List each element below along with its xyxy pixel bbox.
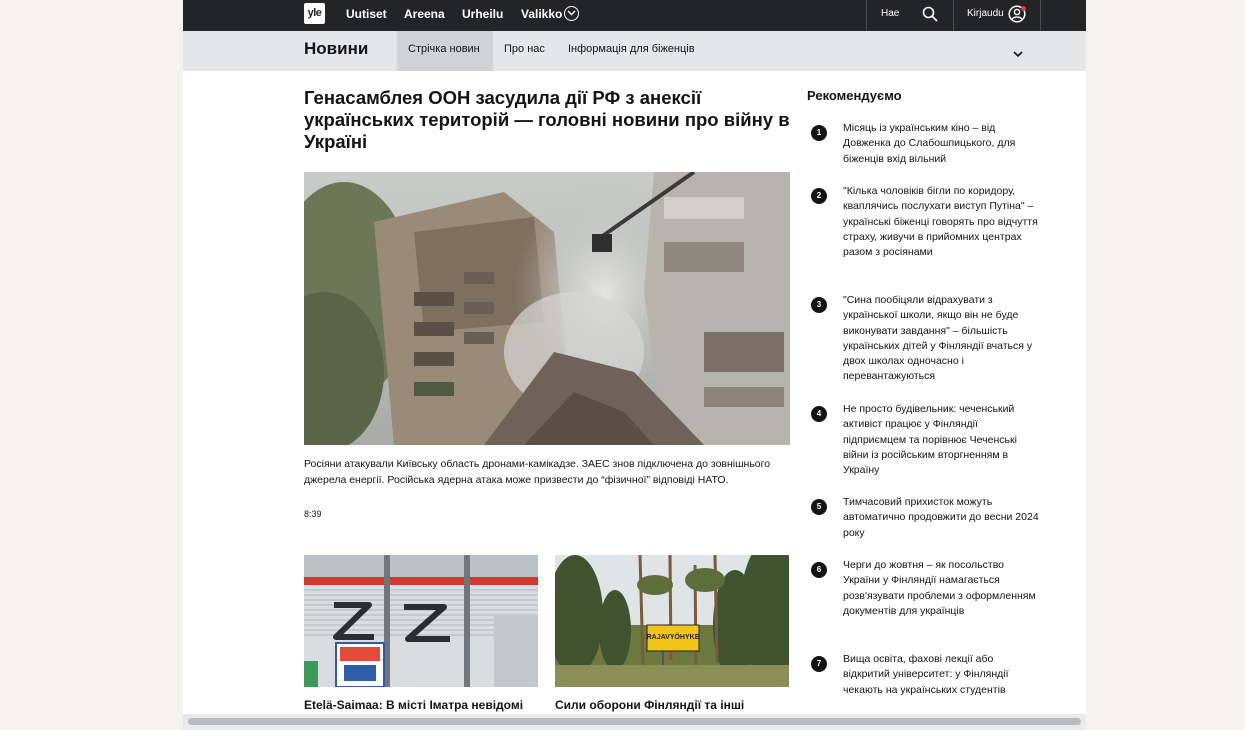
recommended-item-number: 1 <box>811 125 827 141</box>
card-image-defence-forces[interactable]: RAJAVYÖHYKE <box>555 555 789 687</box>
border-zone-sign-text: RAJAVYÖHYKE <box>647 632 700 641</box>
recommended-item-number: 7 <box>811 656 827 672</box>
nav-link-areena[interactable]: Areena <box>404 0 445 31</box>
section-navigation: Новини Стрічка новин Про нас Інформація … <box>183 31 1086 71</box>
section-title[interactable]: Новини <box>304 31 368 67</box>
nav-link-valikko[interactable]: Valikko <box>521 0 562 31</box>
page: yle Uutiset Areena Urheilu Valikko Hae K… <box>183 0 1086 730</box>
forest-border-sign-photo: RAJAVYÖHYKE <box>555 555 789 687</box>
chevron-down-icon[interactable] <box>1013 45 1023 63</box>
notification-dot <box>1021 6 1026 11</box>
recommended-item-link[interactable]: Вища освіта, фахові лекції або відкритий… <box>843 652 1039 698</box>
recommended-item-number: 3 <box>811 297 827 313</box>
topbar-divider <box>1040 0 1041 31</box>
article-lead: Росіяни атакували Київську область дрона… <box>304 458 771 486</box>
horizontal-scrollbar[interactable] <box>183 714 1086 730</box>
article-time: 8:39 <box>304 509 322 519</box>
recommended-item-link[interactable]: Не просто будівельник: чеченський активі… <box>843 402 1039 478</box>
card-title-defence-forces[interactable]: Сили оборони Фінляндії та інші <box>555 697 789 713</box>
recommended-item-number: 2 <box>811 188 827 204</box>
card-title-imatra[interactable]: Etelä-Saimaa: В місті Іматра невідомі <box>304 697 538 713</box>
search-icon[interactable] <box>922 6 938 27</box>
recommended-title: Рекомендуємо <box>807 88 902 103</box>
destroyed-building-photo <box>304 172 790 445</box>
recommended-item-number: 5 <box>811 499 827 515</box>
tab-about[interactable]: Про нас <box>493 31 556 71</box>
card-image-imatra[interactable] <box>304 555 538 687</box>
recommended-item-link[interactable]: Місяць із українським кіно – від Довженк… <box>843 121 1039 167</box>
chevron-down-icon[interactable] <box>564 6 579 21</box>
scrollbar-thumb[interactable] <box>188 718 1081 725</box>
topbar-divider <box>953 0 954 31</box>
nav-link-urheilu[interactable]: Urheilu <box>462 0 503 31</box>
nav-link-uutiset[interactable]: Uutiset <box>346 0 387 31</box>
recommended-item-link[interactable]: Черги до жовтня – як посольство України … <box>843 558 1039 619</box>
recommended-item-number: 4 <box>811 406 827 422</box>
search-label[interactable]: Hae <box>881 0 899 28</box>
shop-window-graffiti-photo <box>304 555 538 687</box>
recommended-item-link[interactable]: "Кілька чоловіків бігли по коридору, ква… <box>843 184 1039 260</box>
recommended-item-number: 6 <box>811 562 827 578</box>
main-headline[interactable]: Генасамблея ООН засудила дії РФ з анексі… <box>304 87 794 153</box>
yle-logo[interactable]: yle <box>304 3 325 24</box>
hero-image[interactable] <box>304 172 790 445</box>
login-label[interactable]: Kirjaudu <box>967 0 1004 28</box>
recommended-item-link[interactable]: "Сина пообіцяли відрахувати з українсько… <box>843 293 1039 385</box>
recommended-item-link[interactable]: Тимчасовий прихисток можуть автоматично … <box>843 495 1039 541</box>
tab-news-feed[interactable]: Стрічка новин <box>397 31 493 71</box>
tab-refugee-info[interactable]: Інформація для біженців <box>557 31 706 71</box>
topbar-divider <box>866 0 867 31</box>
top-navigation-bar: yle Uutiset Areena Urheilu Valikko Hae K… <box>183 0 1086 31</box>
